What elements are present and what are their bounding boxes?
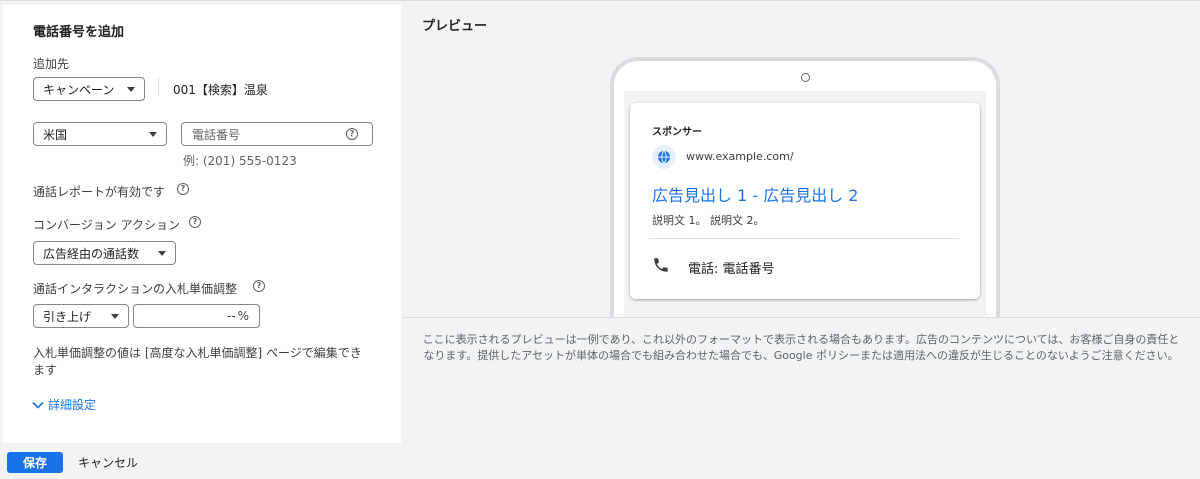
sponsor-label: スポンサー: [652, 127, 702, 138]
preview-title: プレビュー: [422, 19, 488, 34]
call-text: 電話: 電話番号: [688, 262, 775, 277]
ad-headline[interactable]: 広告見出し 1 - 広告見出し 2: [652, 182, 858, 206]
advanced-settings-label: 詳細設定: [48, 398, 97, 412]
bid-value: --: [226, 309, 236, 323]
phone-number-input[interactable]: 電話番号 ?: [181, 122, 373, 146]
preview-notice: ここに表示されるプレビューは一例であり、これ以外のフォーマットで表示される場合も…: [402, 317, 1200, 364]
cancel-button[interactable]: キャンセル: [78, 454, 138, 471]
advanced-settings-link[interactable]: 詳細設定: [31, 396, 96, 413]
form-panel: 電話番号を追加 追加先 キャンペーン 001【検索】温泉 米国 電話番号 ? 例…: [3, 5, 401, 443]
chevron-down-icon: [32, 401, 44, 409]
dropdown-arrow-icon: [149, 131, 157, 137]
add-to-label: 追加先: [33, 57, 70, 71]
save-button[interactable]: 保存: [7, 452, 63, 473]
phone-mockup: スポンサー www.example.com/ 広告見出し 1 - 広告見出し 2…: [610, 57, 1000, 317]
help-icon[interactable]: ?: [189, 216, 201, 228]
country-select[interactable]: 米国: [33, 122, 167, 146]
ad-card: スポンサー www.example.com/ 広告見出し 1 - 広告見出し 2…: [630, 103, 980, 299]
dropdown-arrow-icon: [127, 86, 135, 92]
help-icon[interactable]: ?: [177, 183, 189, 195]
conversion-action-select[interactable]: 広告経由の通話数: [33, 241, 176, 265]
help-icon[interactable]: ?: [346, 128, 358, 140]
phone-example: 例: (201) 555-0123: [183, 154, 297, 168]
footer-bar: 保存 キャンセル: [0, 444, 1200, 479]
dropdown-arrow-icon: [111, 313, 119, 319]
help-icon[interactable]: ?: [253, 280, 265, 292]
preview-panel: プレビュー スポンサー www.example.com/ 広告見出し 1 - 広…: [402, 5, 1200, 443]
form-title: 電話番号を追加: [33, 25, 125, 40]
level-select[interactable]: キャンペーン: [33, 77, 145, 101]
level-select-value: キャンペーン: [43, 82, 115, 97]
divider: [158, 77, 159, 95]
ad-description: 説明文 1。 説明文 2。: [652, 214, 765, 227]
conversion-select-value: 広告経由の通話数: [43, 246, 140, 261]
globe-icon: [652, 145, 676, 169]
conversion-action-label: コンバージョン アクション: [33, 218, 180, 232]
campaign-name: 001【検索】温泉: [173, 83, 268, 97]
dropdown-arrow-icon: [158, 250, 166, 256]
call-report-label: 通話レポートが有効です: [33, 185, 166, 199]
bid-direction-select[interactable]: 引き上げ: [33, 304, 129, 328]
bid-adjust-label: 通話インタラクションの入札単価調整: [33, 282, 238, 296]
phone-placeholder: 電話番号: [192, 127, 241, 142]
phone-icon: [652, 256, 670, 278]
page-frame: 電話番号を追加 追加先 キャンペーン 001【検索】温泉 米国 電話番号 ? 例…: [0, 0, 1200, 444]
bid-value-input[interactable]: -- %: [133, 304, 260, 328]
bid-note: 入札単価調整の値は [高度な入札単価調整] ページで編集できます: [33, 346, 362, 377]
divider: [650, 238, 958, 239]
ad-url: www.example.com/: [686, 150, 794, 163]
camera-icon: [801, 73, 810, 82]
bid-direction-value: 引き上げ: [43, 309, 92, 324]
country-select-value: 米国: [43, 127, 68, 142]
bid-unit: %: [237, 309, 249, 323]
phone-screen: スポンサー www.example.com/ 広告見出し 1 - 広告見出し 2…: [624, 91, 986, 317]
